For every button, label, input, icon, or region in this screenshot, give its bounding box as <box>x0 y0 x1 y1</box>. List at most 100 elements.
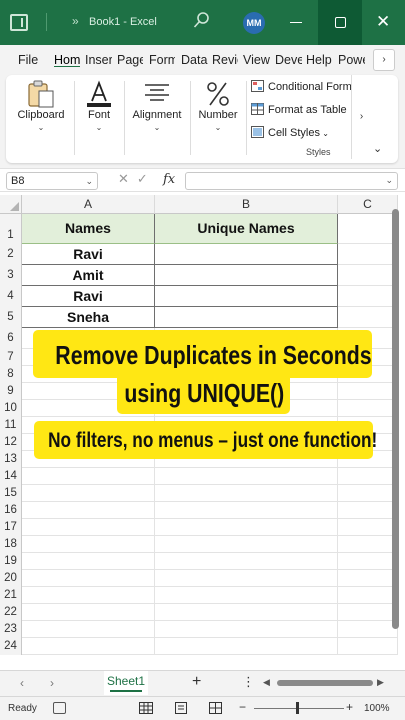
tab-help[interactable]: Help <box>306 53 333 67</box>
cell[interactable] <box>22 536 155 553</box>
cell[interactable] <box>338 587 398 604</box>
search-icon[interactable] <box>193 12 209 30</box>
cell[interactable] <box>338 400 398 417</box>
column-header-c[interactable]: C <box>338 195 398 214</box>
row-header[interactable]: 10 <box>0 400 22 417</box>
tab-insert[interactable]: Insert <box>85 53 112 67</box>
tabs-more-button[interactable]: › <box>373 49 395 71</box>
cell[interactable] <box>338 244 398 265</box>
tab-data[interactable]: Data <box>181 53 208 67</box>
cell[interactable] <box>155 604 338 621</box>
row-header[interactable]: 6 <box>0 328 22 349</box>
close-icon[interactable]: ✕ <box>376 12 390 32</box>
tab-page-layout[interactable]: Page Layout <box>117 53 143 67</box>
accessibility-icon[interactable] <box>53 702 66 714</box>
row-header[interactable]: 12 <box>0 434 22 451</box>
column-header-a[interactable]: A <box>22 195 155 214</box>
cell[interactable] <box>338 383 398 400</box>
name-cell[interactable]: Ravi <box>22 286 155 307</box>
cell[interactable] <box>155 519 338 536</box>
cell[interactable] <box>155 587 338 604</box>
next-sheet-icon[interactable]: › <box>50 676 54 690</box>
alignment-group[interactable]: Alignment ⌄ <box>126 75 188 163</box>
select-all-corner[interactable] <box>0 195 22 214</box>
cell[interactable] <box>338 502 398 519</box>
row-header[interactable]: 9 <box>0 383 22 400</box>
page-break-view-icon[interactable] <box>209 702 222 714</box>
header-unique-names-cell[interactable]: Unique Names <box>155 214 338 244</box>
cell[interactable] <box>22 553 155 570</box>
cell[interactable] <box>22 502 155 519</box>
row-header[interactable]: 1 <box>0 214 22 244</box>
cell[interactable] <box>338 536 398 553</box>
cell[interactable] <box>22 587 155 604</box>
cell[interactable] <box>22 485 155 502</box>
cell[interactable] <box>338 570 398 587</box>
cell[interactable] <box>338 307 398 328</box>
cell[interactable] <box>22 638 155 655</box>
cell[interactable] <box>22 570 155 587</box>
user-avatar[interactable]: MM <box>243 12 265 34</box>
unique-name-cell[interactable] <box>155 265 338 286</box>
tab-formulas[interactable]: Formulas <box>149 53 175 67</box>
row-header[interactable]: 21 <box>0 587 22 604</box>
add-sheet-button[interactable]: + <box>192 673 201 691</box>
sheet-options-icon[interactable]: ⋮ <box>242 674 255 690</box>
cell[interactable] <box>155 621 338 638</box>
zoom-out-button[interactable]: − <box>239 700 246 714</box>
cell[interactable] <box>338 468 398 485</box>
unique-name-cell[interactable] <box>155 307 338 328</box>
quick-access-chevron-icon[interactable]: » <box>72 14 79 28</box>
name-cell[interactable]: Ravi <box>22 244 155 265</box>
row-header[interactable]: 14 <box>0 468 22 485</box>
formula-input[interactable]: ⌄ <box>185 172 398 190</box>
horizontal-scroll-thumb[interactable] <box>277 680 373 686</box>
cell[interactable] <box>338 265 398 286</box>
conditional-formatting-button[interactable]: Conditional Formatting <box>251 80 351 98</box>
normal-view-icon[interactable] <box>139 702 153 714</box>
ribbon-collapse-button[interactable]: ⌄ <box>373 142 382 155</box>
tab-developer[interactable]: Developer <box>275 53 302 67</box>
tab-review[interactable]: Review <box>212 53 238 67</box>
vertical-scroll-thumb[interactable] <box>392 209 399 629</box>
row-header[interactable]: 3 <box>0 265 22 286</box>
row-header[interactable]: 8 <box>0 366 22 383</box>
row-header[interactable]: 13 <box>0 451 22 468</box>
tab-power-pivot[interactable]: Power Pivot <box>338 53 365 67</box>
prev-sheet-icon[interactable]: ‹ <box>20 676 24 690</box>
format-as-table-button[interactable]: Format as Table <box>251 103 351 121</box>
maximize-button[interactable] <box>318 0 362 45</box>
scroll-right-icon[interactable]: ▶ <box>377 677 384 688</box>
cell-styles-button[interactable]: Cell Styles ⌄ <box>251 126 351 144</box>
header-names-cell[interactable]: Names <box>22 214 155 244</box>
name-box[interactable]: B8 ⌄ <box>6 172 98 190</box>
cell[interactable] <box>22 621 155 638</box>
tab-home[interactable]: Home <box>54 53 80 67</box>
cell[interactable] <box>155 468 338 485</box>
row-header[interactable]: 18 <box>0 536 22 553</box>
row-header[interactable]: 24 <box>0 638 22 655</box>
row-header[interactable]: 11 <box>0 417 22 434</box>
cell[interactable] <box>338 553 398 570</box>
vertical-scrollbar[interactable] <box>390 209 400 649</box>
chevron-down-icon[interactable]: ⌄ <box>385 175 393 186</box>
column-header-b[interactable]: B <box>155 195 338 214</box>
cell[interactable] <box>22 468 155 485</box>
sheet-tab-sheet1[interactable]: Sheet1 <box>104 671 148 695</box>
row-header[interactable]: 17 <box>0 519 22 536</box>
cell[interactable] <box>22 604 155 621</box>
cell[interactable] <box>155 553 338 570</box>
cell[interactable] <box>338 519 398 536</box>
cell[interactable] <box>155 638 338 655</box>
cell[interactable] <box>338 604 398 621</box>
row-header[interactable]: 16 <box>0 502 22 519</box>
cancel-icon[interactable]: ✕ <box>118 171 129 186</box>
font-group[interactable]: Font ⌄ <box>76 75 122 163</box>
row-header[interactable]: 20 <box>0 570 22 587</box>
cell[interactable] <box>155 485 338 502</box>
row-header[interactable]: 5 <box>0 307 22 328</box>
row-header[interactable]: 19 <box>0 553 22 570</box>
cell[interactable] <box>338 485 398 502</box>
cell[interactable] <box>22 519 155 536</box>
enter-check-icon[interactable]: ✓ <box>137 171 148 186</box>
